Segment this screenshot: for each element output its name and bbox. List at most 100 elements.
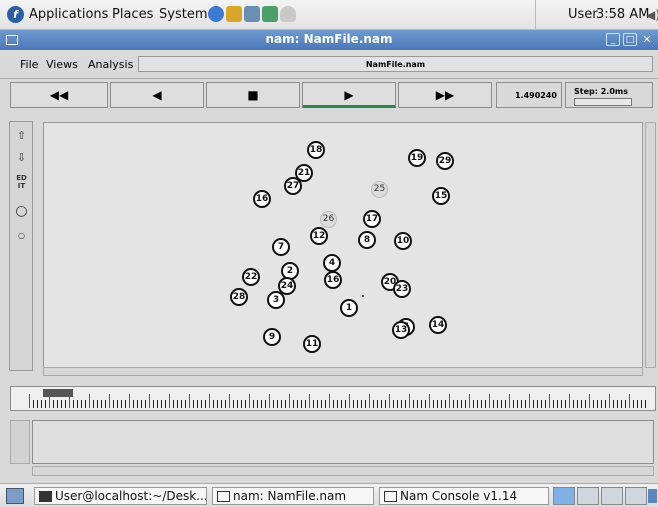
zoom-in-icon[interactable]: ⇧ — [12, 126, 31, 145]
edit-button[interactable]: ED IT — [12, 174, 31, 193]
node[interactable]: 16 — [324, 271, 342, 289]
applications-menu[interactable]: Applications — [29, 7, 108, 22]
timeline-tick — [125, 400, 126, 408]
timeline-tick — [625, 400, 626, 408]
annotation-horizontal-scrollbar[interactable] — [32, 466, 654, 476]
timeline-tick — [33, 400, 34, 408]
node[interactable]: 15 — [432, 187, 450, 205]
timeline-tick — [133, 400, 134, 408]
network-launcher-icon[interactable] — [244, 6, 260, 22]
timeline-tick — [221, 400, 222, 408]
node[interactable]: 27 — [284, 177, 302, 195]
stop-button[interactable]: ■ — [206, 82, 300, 108]
notes-launcher-icon[interactable] — [262, 6, 278, 22]
timeline-tick — [577, 400, 578, 408]
node[interactable]: 11 — [303, 335, 321, 353]
zoom-out-icon[interactable]: ⇩ — [12, 148, 31, 167]
timeline-tick — [441, 400, 442, 408]
node[interactable]: 13 — [392, 321, 410, 339]
node[interactable]: 4 — [323, 254, 341, 272]
file-menu[interactable]: File — [20, 58, 38, 71]
volume-icon[interactable]: ◀) — [646, 8, 658, 22]
step-back-button[interactable]: ◀ — [110, 82, 204, 108]
node[interactable]: 25 — [371, 181, 388, 198]
node[interactable]: 10 — [394, 232, 412, 250]
canvas-horizontal-scrollbar[interactable] — [43, 367, 643, 376]
workspace-4[interactable] — [625, 487, 647, 505]
window-icon — [217, 491, 230, 502]
node[interactable]: 18 — [307, 141, 325, 159]
timeline-marker[interactable] — [43, 389, 73, 397]
timeline-tick — [85, 400, 86, 408]
system-menu[interactable]: System — [159, 7, 207, 22]
timeline-tick — [509, 394, 510, 408]
step-slider[interactable] — [574, 98, 632, 106]
node[interactable]: 8 — [358, 231, 376, 249]
maximize-button[interactable]: □ — [623, 33, 637, 46]
node[interactable]: 7 — [272, 238, 290, 256]
clock[interactable]: 3:58 AM — [596, 7, 649, 22]
node[interactable]: 28 — [230, 288, 248, 306]
timeline-tick — [313, 400, 314, 408]
minimize-button[interactable]: _ — [606, 33, 620, 46]
workspace-3[interactable] — [601, 487, 623, 505]
task-label: User@localhost:~/Desk... — [55, 489, 207, 503]
step-control[interactable]: Step: 2.0ms — [565, 82, 653, 108]
workspace-2[interactable] — [577, 487, 599, 505]
timeline-slider[interactable] — [10, 386, 656, 411]
monitor-radio-icon[interactable]: ○ — [12, 202, 31, 221]
annotation-vertical-scrollbar[interactable] — [10, 420, 30, 464]
timeline-tick — [633, 400, 634, 408]
fedora-logo-icon[interactable]: f — [7, 6, 24, 23]
workspace-1[interactable] — [553, 487, 575, 505]
task-terminal[interactable]: User@localhost:~/Desk... — [34, 487, 207, 505]
timeline-tick — [57, 400, 58, 408]
canvas-vertical-scrollbar[interactable] — [645, 122, 656, 368]
analysis-menu[interactable]: Analysis — [88, 58, 133, 71]
views-menu[interactable]: Views — [46, 58, 78, 71]
node[interactable]: 16 — [253, 190, 271, 208]
timeline-tick — [501, 400, 502, 408]
timeline-tick — [237, 400, 238, 408]
play-button[interactable]: ▶ — [302, 82, 396, 108]
node[interactable]: 19 — [408, 149, 426, 167]
node[interactable]: 29 — [436, 152, 454, 170]
task-nam-window[interactable]: nam: NamFile.nam — [212, 487, 374, 505]
node[interactable]: 22 — [242, 268, 260, 286]
close-button[interactable]: ✕ — [640, 33, 654, 46]
timeline-tick — [425, 400, 426, 408]
fast-forward-button[interactable]: ▶▶ — [398, 82, 492, 108]
window-titlebar[interactable]: nam: NamFile.nam _ □ ✕ — [0, 30, 658, 50]
trash-icon[interactable] — [648, 489, 657, 503]
node[interactable]: 17 — [363, 210, 381, 228]
timeline-tick — [637, 400, 638, 408]
tool-launcher-icon[interactable] — [280, 6, 296, 22]
node[interactable]: 23 — [393, 280, 411, 298]
timeline-tick — [145, 400, 146, 408]
node[interactable]: 3 — [267, 291, 285, 309]
timeline-tick — [493, 400, 494, 408]
show-desktop-icon[interactable] — [6, 488, 24, 504]
small-radio-icon[interactable]: ○ — [12, 226, 31, 245]
timeline-tick — [137, 400, 138, 408]
timeline-tick — [449, 394, 450, 408]
user-menu[interactable]: User — [568, 7, 598, 22]
node[interactable]: 26 — [320, 211, 337, 228]
timeline-tick — [537, 400, 538, 408]
node[interactable]: 1 — [340, 299, 358, 317]
timeline-tick — [253, 400, 254, 408]
network-canvas[interactable]: 18 19 29 21 27 25 15 16 17 26 12 8 10 7 4 22 2 16 20 24 23 28… — [43, 122, 643, 368]
trace-file-label: NamFile.nam — [138, 56, 653, 72]
timeline-tick — [585, 400, 586, 408]
rewind-button[interactable]: ◀◀ — [10, 82, 108, 108]
node[interactable]: 14 — [429, 316, 447, 334]
timeline-tick — [169, 394, 170, 408]
browser-launcher-icon[interactable] — [208, 6, 224, 22]
annotation-list[interactable] — [32, 420, 654, 464]
mail-launcher-icon[interactable] — [226, 6, 242, 22]
timeline-tick — [505, 400, 506, 408]
node[interactable]: 12 — [310, 227, 328, 245]
places-menu[interactable]: Places — [112, 7, 153, 22]
node[interactable]: 9 — [263, 328, 281, 346]
task-nam-console[interactable]: Nam Console v1.14 — [379, 487, 549, 505]
